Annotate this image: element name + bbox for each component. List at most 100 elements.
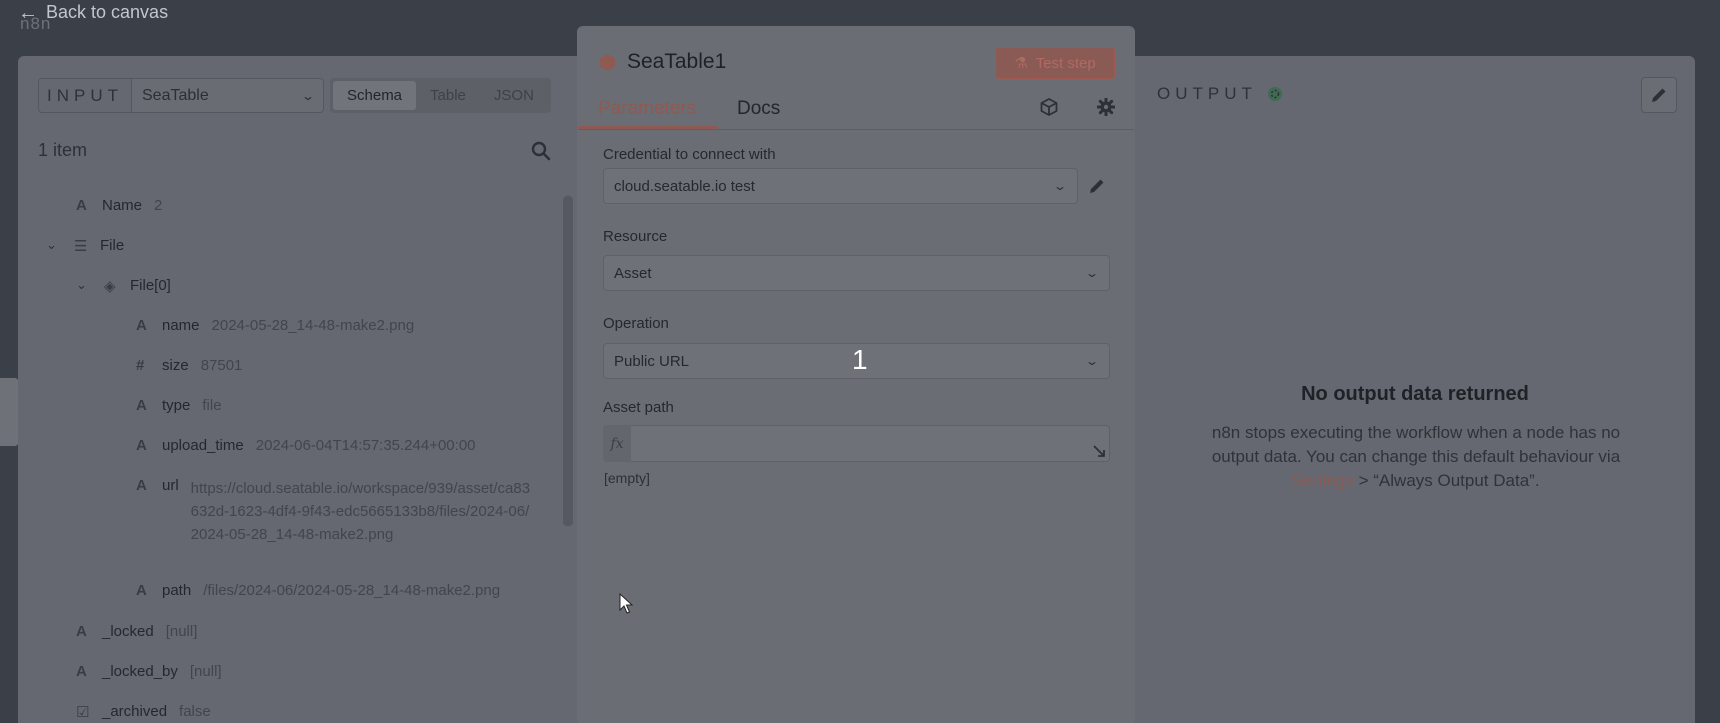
tab-parameters[interactable]: Parameters (598, 98, 696, 120)
schema-key: size (162, 357, 189, 374)
schema-key: _locked (102, 623, 154, 640)
mouse-cursor-icon (619, 593, 634, 614)
cube-icon[interactable] (1040, 98, 1058, 116)
resource-select[interactable]: Asset ⌄ (603, 255, 1110, 291)
schema-key: upload_time (162, 437, 244, 454)
chevron-down-icon: ⌄ (1084, 354, 1100, 368)
operation-select-value: Public URL (614, 352, 690, 370)
schema-value: false (179, 703, 211, 720)
credential-select-value: cloud.seatable.io test (614, 177, 755, 195)
schema-row[interactable]: A upload_time 2024-06-04T14:57:35.244+00… (136, 437, 476, 454)
string-type-icon: A (136, 437, 147, 454)
credential-select[interactable]: cloud.seatable.io test ⌄ (603, 168, 1078, 204)
schema-row[interactable]: ⌄ ☰ File (46, 237, 136, 255)
schema-row[interactable]: # size 87501 (136, 357, 242, 374)
checkbox-type-icon: ☑ (76, 704, 90, 721)
test-step-button[interactable]: ⚗ Test step (995, 47, 1115, 79)
gear-icon[interactable] (1097, 98, 1115, 116)
object-type-icon: ◈ (104, 278, 116, 295)
fx-icon: fx (603, 425, 631, 462)
input-scrollbar[interactable] (563, 196, 573, 526)
input-node-select[interactable]: SeaTable ⌄ (132, 78, 324, 113)
back-to-canvas-link[interactable]: ← Back to canvas (18, 2, 168, 23)
schema-value: /files/2024-06/2024-05-28_14-48-make2.pn… (203, 582, 501, 599)
test-step-label: Test step (1035, 54, 1096, 72)
tab-docs[interactable]: Docs (737, 98, 780, 120)
canvas-side-tab[interactable] (0, 378, 18, 446)
chevron-down-icon: ⌄ (1052, 179, 1068, 193)
schema-key: Name (102, 197, 143, 214)
settings-link[interactable]: Settings (1292, 471, 1353, 490)
chevron-down-icon[interactable]: ⌄ (76, 277, 94, 293)
no-output-text-end: > “Always Output Data”. (1353, 471, 1540, 490)
tab-table[interactable]: Table (416, 81, 480, 110)
input-view-tabs: Schema Table JSON (330, 78, 551, 113)
schema-key: _archived (102, 703, 168, 720)
list-type-icon: ☰ (74, 238, 88, 255)
schema-row[interactable]: ☑ _archived false (76, 703, 211, 721)
step-marker: 1 (852, 344, 868, 375)
schema-key: File[0] (130, 277, 171, 294)
schema-key: _locked_by (102, 663, 178, 680)
schema-key: url (162, 477, 179, 494)
pencil-icon[interactable] (1088, 177, 1106, 195)
string-type-icon: A (136, 317, 147, 334)
chevron-down-icon: ⌄ (300, 88, 316, 103)
schema-key: name (162, 317, 200, 334)
chevron-down-icon: ⌄ (1084, 266, 1100, 280)
no-output-message: n8n stops executing the workflow when a … (1210, 421, 1622, 493)
seatable-node-icon (600, 53, 615, 71)
search-icon[interactable] (531, 141, 551, 161)
schema-key: path (162, 582, 192, 599)
schema-key: File (100, 237, 125, 254)
edit-output-button[interactable] (1641, 77, 1677, 113)
resource-select-value: Asset (614, 264, 652, 282)
schema-key: type (162, 397, 191, 414)
flask-icon: ⚗ (1014, 55, 1028, 72)
string-type-icon: A (76, 197, 87, 214)
schema-value: 87501 (200, 357, 243, 374)
schema-value: [null] (189, 663, 222, 680)
resource-label: Resource (603, 228, 668, 245)
chevron-down-icon[interactable]: ⌄ (46, 237, 64, 253)
output-panel-label: OUTPUT (1157, 84, 1257, 103)
credential-label: Credential to connect with (603, 146, 776, 163)
running-status-icon (1267, 87, 1282, 101)
tab-schema[interactable]: Schema (333, 81, 417, 110)
schema-row[interactable]: A type file (136, 397, 222, 414)
asset-path-input[interactable] (603, 425, 1110, 462)
output-panel-header: OUTPUT (1157, 84, 1283, 104)
node-title[interactable]: SeaTable1 (627, 50, 726, 74)
asset-path-hint: [empty] (604, 470, 650, 486)
schema-row[interactable]: A path /files/2024-06/2024-05-28_14-48-m… (136, 582, 500, 599)
number-type-icon: # (136, 357, 145, 374)
schema-value: file (202, 397, 222, 414)
input-node-select-value: SeaTable (142, 86, 209, 104)
string-type-icon: A (136, 477, 147, 494)
no-output-text-start: n8n stops executing the workflow when a … (1211, 423, 1621, 466)
expand-icon[interactable] (1092, 444, 1106, 458)
schema-row[interactable]: A Name 2 (76, 197, 162, 214)
schema-row[interactable]: A _locked [null] (76, 623, 197, 640)
schema-row[interactable]: A _locked_by [null] (76, 663, 222, 680)
input-panel-header: INPUT SeaTable ⌄ (38, 78, 324, 113)
asset-path-label: Asset path (603, 399, 674, 416)
node-header: SeaTable1 (600, 50, 726, 74)
active-tab-underline (578, 126, 718, 129)
string-type-icon: A (136, 397, 147, 414)
schema-value: 2024-06-04T14:57:35.244+00:00 (255, 437, 476, 454)
schema-value: https://cloud.seatable.io/workspace/939/… (190, 480, 531, 543)
arrow-left-icon: ← (18, 1, 38, 24)
input-item-count: 1 item (38, 140, 88, 160)
no-output-title: No output data returned (1301, 383, 1529, 405)
string-type-icon: A (76, 663, 87, 680)
schema-value: [null] (165, 623, 198, 640)
back-to-canvas-label: Back to canvas (46, 2, 169, 22)
string-type-icon: A (136, 582, 147, 599)
schema-value: 2 (154, 197, 163, 214)
tab-json[interactable]: JSON (480, 81, 548, 110)
schema-row[interactable]: ⌄ ◈ File[0] (76, 277, 183, 295)
schema-value: 2024-05-28_14-48-make2.png (211, 317, 415, 334)
schema-row[interactable]: A url https://cloud.seatable.io/workspac… (136, 477, 531, 546)
schema-row[interactable]: A name 2024-05-28_14-48-make2.png (136, 317, 414, 334)
